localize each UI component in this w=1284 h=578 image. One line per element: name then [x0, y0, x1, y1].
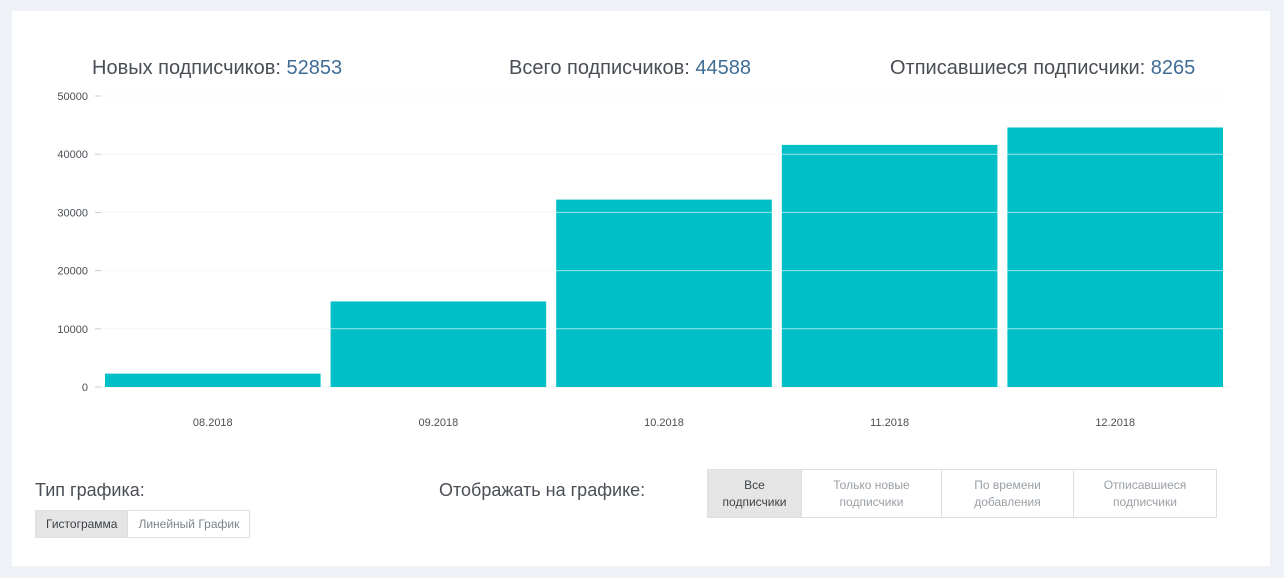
y-tick-label: 50000: [57, 91, 88, 103]
chart-type-label: Тип графика:: [35, 480, 145, 500]
y-tick-label: 40000: [57, 149, 88, 161]
x-tick-label: 09.2018: [419, 417, 459, 429]
x-tick-label: 12.2018: [1095, 417, 1135, 429]
y-tick-label: 20000: [57, 266, 88, 278]
y-tick-label: 0: [82, 382, 88, 394]
bar-chart: 0 10000 20000 30000 40000 50000 08.2018 09.2018…: [57, 91, 1230, 429]
x-tick-label: 11.2018: [870, 417, 909, 429]
line-chart-button-label: Линейный График: [138, 517, 240, 531]
all-subscribers-button-label: Все подписчики: [723, 477, 787, 511]
bar[interactable]: [556, 199, 772, 387]
histogram-button-label: Гистограмма: [46, 517, 118, 531]
y-tick-label: 30000: [57, 207, 88, 219]
bar[interactable]: [1007, 127, 1223, 388]
unsubscribed-button[interactable]: Отписавшиеся подписчики: [1074, 469, 1217, 518]
y-tick-label: 10000: [57, 324, 88, 336]
all-subscribers-button[interactable]: Все подписчики: [707, 469, 802, 518]
by-add-time-button-label: По времени добавления: [974, 477, 1041, 511]
bar[interactable]: [330, 301, 547, 387]
display-on-chart-label: Отображать на графике:: [439, 480, 646, 500]
unsubscribed-button-label: Отписавшиеся подписчики: [1104, 477, 1187, 511]
new-subscribers-only-line2: подписчики: [839, 494, 904, 509]
unsubscribed-line1: Отписавшиеся: [1103, 477, 1187, 492]
new-subscribers-only-button[interactable]: Только новые подписчики: [802, 469, 942, 518]
by-add-time-button[interactable]: По времени добавления: [942, 469, 1074, 518]
x-tick-label: 08.2018: [193, 417, 233, 429]
line-chart-button[interactable]: Линейный График: [128, 510, 251, 538]
unsubscribed-line2: подписчики: [1113, 494, 1177, 509]
bar[interactable]: [781, 144, 998, 387]
chart-type-toggle: Гистограмма Линейный График: [35, 510, 251, 538]
bar[interactable]: [105, 373, 321, 387]
display-filter-toggle: Все подписчики Только новые подписчики П…: [707, 469, 1217, 518]
x-tick-label: 10.2018: [644, 417, 684, 429]
all-subscribers-line2: подписчики: [722, 494, 787, 509]
new-subscribers-only-line1: Только новые: [833, 477, 910, 492]
by-add-time-line2: добавления: [974, 494, 1041, 509]
by-add-time-line1: По времени: [974, 477, 1041, 492]
histogram-button[interactable]: Гистограмма: [35, 510, 129, 538]
all-subscribers-line1: Все: [744, 477, 765, 492]
new-subscribers-only-button-label: Только новые подписчики: [833, 477, 909, 511]
chart-card: Новых подписчиков: 52853 Всего подписчик…: [12, 11, 1270, 566]
